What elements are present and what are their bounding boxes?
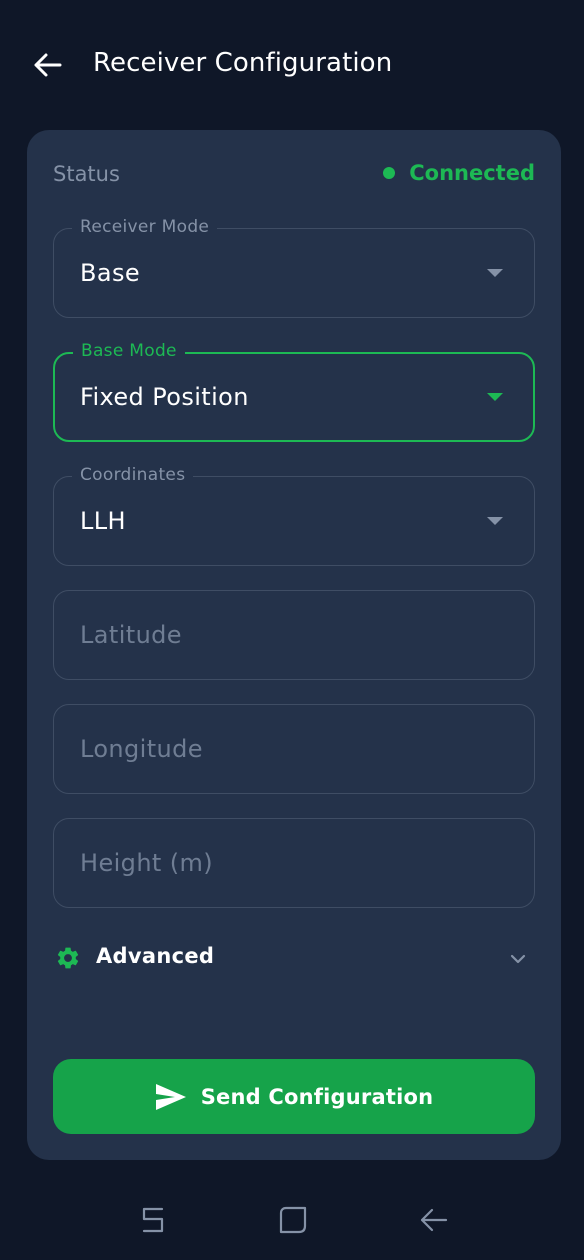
dropdown-arrow-icon — [487, 393, 503, 401]
height-field — [53, 818, 535, 908]
chevron-down-icon — [510, 954, 526, 964]
arrow-left-icon — [34, 53, 62, 77]
home-icon — [279, 1206, 307, 1234]
home-button[interactable] — [273, 1200, 313, 1240]
send-configuration-button[interactable]: Send Configuration — [53, 1059, 535, 1134]
dropdown-arrow-icon — [487, 269, 503, 277]
gear-icon — [57, 947, 79, 969]
longitude-field — [53, 704, 535, 794]
send-icon — [155, 1083, 186, 1110]
back-button[interactable] — [26, 44, 68, 86]
status-dot-icon — [383, 167, 396, 179]
coordinates-value: LLH — [80, 507, 126, 535]
configuration-card: Status Connected Receiver Mode Base Base… — [27, 130, 561, 1160]
app-bar: Receiver Configuration — [0, 0, 584, 130]
back-icon — [420, 1208, 448, 1232]
longitude-input[interactable] — [54, 705, 534, 793]
base-mode-select[interactable]: Base Mode Fixed Position — [53, 341, 535, 442]
receiver-mode-select[interactable]: Receiver Mode Base — [53, 217, 535, 318]
base-mode-value: Fixed Position — [80, 383, 249, 411]
coordinates-label: Coordinates — [72, 465, 194, 485]
system-nav-bar — [0, 1178, 584, 1260]
advanced-toggle[interactable]: Advanced — [53, 938, 535, 978]
status-value: Connected — [409, 161, 535, 185]
send-configuration-label: Send Configuration — [200, 1084, 434, 1109]
height-input[interactable] — [54, 819, 534, 907]
receiver-mode-label: Receiver Mode — [72, 217, 218, 237]
status-label: Status — [53, 162, 120, 186]
coordinates-select[interactable]: Coordinates LLH — [53, 465, 535, 566]
base-mode-label: Base Mode — [73, 341, 185, 361]
latitude-input[interactable] — [54, 591, 534, 679]
dropdown-arrow-icon — [487, 517, 503, 525]
status-badge: Connected — [383, 161, 535, 185]
advanced-label: Advanced — [96, 944, 215, 968]
latitude-field — [53, 590, 535, 680]
receiver-mode-value: Base — [80, 259, 141, 287]
status-row: Status Connected — [53, 160, 535, 190]
screen: Receiver Configuration Status Connected … — [0, 0, 584, 1260]
recent-apps-button[interactable] — [133, 1200, 173, 1240]
recent-apps-icon — [142, 1207, 164, 1233]
system-back-button[interactable] — [413, 1200, 453, 1240]
page-title: Receiver Configuration — [93, 48, 393, 78]
